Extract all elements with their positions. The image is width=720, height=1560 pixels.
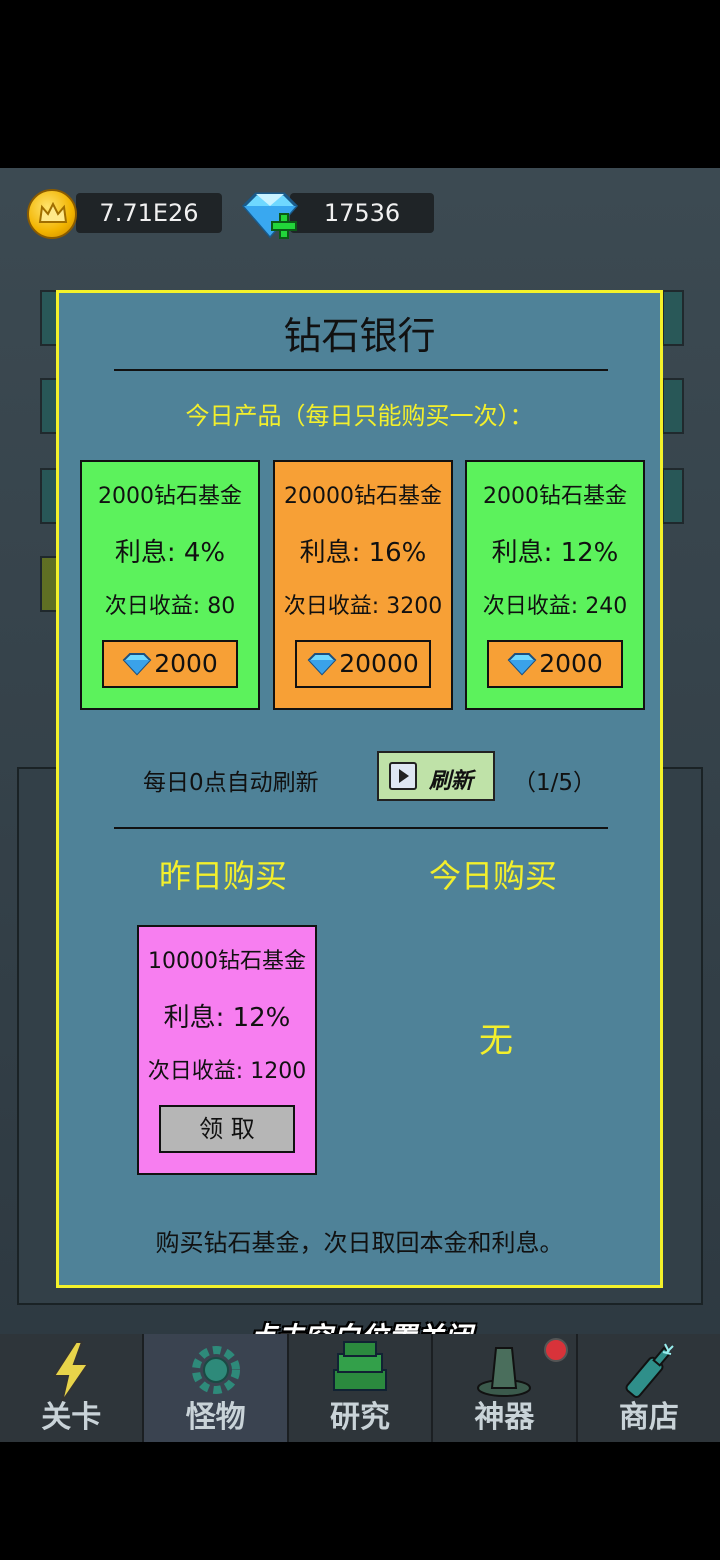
diamond-bank-dialog: 钻石银行 今日产品（每日只能购买一次）： 2000钻石基金 利息: 4% 次日收… bbox=[56, 290, 663, 1288]
diamond-icon bbox=[507, 653, 537, 676]
diamond-value: 17536 bbox=[323, 199, 401, 227]
products-header: 今日产品（每日只能购买一次）： bbox=[185, 402, 534, 430]
product-income: 次日收益: 3200 bbox=[283, 594, 443, 619]
crown-coin-icon bbox=[27, 189, 77, 239]
product-income: 次日收益: 240 bbox=[482, 594, 628, 619]
product-name: 2000钻石基金 bbox=[98, 484, 242, 509]
product-income: 次日收益: 80 bbox=[104, 594, 236, 619]
yesterday-title: 昨日购买 bbox=[159, 857, 288, 895]
product-income: 次日收益: 1200 bbox=[147, 1059, 307, 1084]
tab-label: 研究 bbox=[330, 1400, 391, 1435]
dialog-title: 钻石银行 bbox=[283, 314, 436, 358]
refresh-label: 刷新 bbox=[429, 769, 474, 794]
product-name: 2000钻石基金 bbox=[483, 484, 627, 509]
diamond-icon bbox=[307, 653, 337, 676]
diamond-counter: 17536 bbox=[290, 193, 434, 233]
background-row bbox=[662, 290, 684, 346]
tab-label: 商店 bbox=[618, 1400, 679, 1435]
tab-artifacts[interactable]: 神器 bbox=[433, 1334, 578, 1442]
diamond-plus-icon[interactable] bbox=[240, 190, 302, 244]
divider bbox=[114, 827, 608, 829]
diamond-icon bbox=[122, 653, 152, 676]
books-icon bbox=[333, 1341, 388, 1391]
product-rate: 利息: 4% bbox=[114, 538, 226, 568]
buy-button[interactable]: 20000 bbox=[295, 640, 431, 688]
tab-levels[interactable]: 关卡 bbox=[0, 1334, 145, 1442]
product-name: 10000钻石基金 bbox=[148, 949, 306, 974]
coin-value: 7.71E26 bbox=[99, 199, 199, 227]
buy-price: 2000 bbox=[539, 649, 603, 678]
background-row bbox=[662, 378, 684, 434]
play-video-icon bbox=[389, 762, 417, 790]
tab-label: 怪物 bbox=[185, 1400, 246, 1435]
buy-price: 2000 bbox=[154, 649, 218, 678]
product-rate: 利息: 16% bbox=[299, 538, 427, 568]
hat-icon bbox=[477, 1347, 532, 1397]
claim-button[interactable]: 领 取 bbox=[159, 1105, 295, 1153]
product-rate: 利息: 12% bbox=[163, 1003, 291, 1033]
refresh-note: 每日0点自动刷新 bbox=[143, 770, 319, 796]
buy-button[interactable]: 2000 bbox=[487, 640, 623, 688]
buy-price: 20000 bbox=[339, 649, 419, 678]
refresh-button[interactable]: 刷新 bbox=[377, 751, 495, 801]
tab-research[interactable]: 研究 bbox=[289, 1334, 434, 1442]
tab-shop[interactable]: 商店 bbox=[578, 1334, 720, 1442]
tab-monsters[interactable]: 怪物 bbox=[144, 1334, 289, 1442]
refresh-count: （1/5） bbox=[513, 770, 597, 796]
product-rate: 利息: 12% bbox=[491, 538, 619, 568]
purchased-card: 10000钻石基金 利息: 12% 次日收益: 1200 领 取 bbox=[137, 925, 317, 1175]
gear-icon bbox=[191, 1346, 240, 1394]
bottom-nav: 关卡 怪物 研究 神器 商店 bbox=[0, 1334, 720, 1442]
coin-counter: 7.71E26 bbox=[76, 193, 222, 233]
product-name: 20000钻石基金 bbox=[284, 484, 442, 509]
divider bbox=[114, 369, 608, 371]
tab-label: 关卡 bbox=[41, 1400, 102, 1435]
notification-dot bbox=[543, 1338, 568, 1362]
product-card: 2000钻石基金 利息: 4% 次日收益: 80 2000 bbox=[80, 460, 260, 710]
today-title: 今日购买 bbox=[429, 857, 558, 895]
product-card: 2000钻石基金 利息: 12% 次日收益: 240 2000 bbox=[465, 460, 645, 710]
buy-button[interactable]: 2000 bbox=[102, 640, 238, 688]
product-card: 20000钻石基金 利息: 16% 次日收益: 3200 20000 bbox=[273, 460, 453, 710]
tab-label: 神器 bbox=[474, 1400, 535, 1435]
background-row bbox=[662, 468, 684, 524]
footer-note: 购买钻石基金，次日取回本金和利息。 bbox=[155, 1229, 564, 1257]
today-empty-text: 无 bbox=[479, 1021, 513, 1061]
